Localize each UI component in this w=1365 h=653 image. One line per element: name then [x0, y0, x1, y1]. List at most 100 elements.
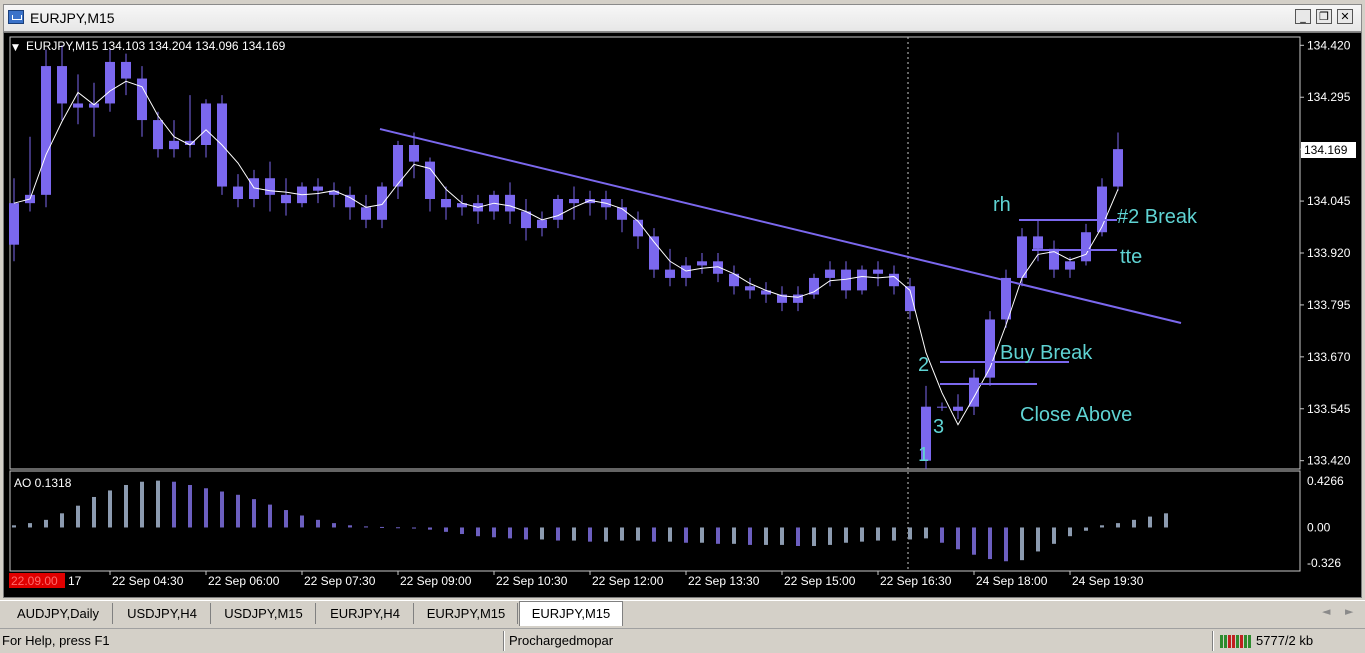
tab-usdjpy-h4[interactable]: USDJPY,H4 [114, 603, 211, 624]
ao-bar [796, 527, 800, 547]
status-profile: Prochargedmopar [509, 633, 614, 648]
price-chart[interactable]: ▼ EURJPY,M15 134.103 134.204 134.096 134… [4, 33, 1363, 599]
tab-usdjpy-m15[interactable]: USDJPY,M15 [212, 603, 316, 624]
price-axis: 134.420134.295134.170134.045133.920133.7… [1300, 38, 1351, 468]
tabs-scroll-left-icon[interactable]: ◄ [1322, 605, 1330, 618]
ao-bar [668, 527, 672, 542]
tab-eurjpy-h4[interactable]: EURJPY,H4 [317, 603, 414, 624]
candle-body [1081, 232, 1091, 262]
candle-body [521, 211, 531, 229]
candle-body [89, 103, 99, 108]
window-titlebar[interactable]: EURJPY,M15 _ ❐ ✕ [0, 0, 1365, 36]
candle-body [153, 120, 163, 150]
ao-bar [620, 527, 624, 541]
annotation-break2[interactable]: #2 Break [1117, 206, 1198, 228]
current-price-label: 134.169 [1304, 143, 1348, 157]
ao-bar [140, 481, 144, 528]
annotation-close-above[interactable]: Close Above [1020, 404, 1132, 426]
time-tick-label: 22 Sep 04:30 [112, 574, 184, 588]
tab-audjpy-daily[interactable]: AUDJPY,Daily [4, 603, 113, 624]
tabs-scroll-right-icon[interactable]: ► [1345, 605, 1353, 618]
candle-body [825, 269, 835, 278]
candle-body [265, 178, 275, 195]
ao-bar [252, 499, 256, 528]
ao-bar [940, 527, 944, 543]
candle-body [761, 290, 771, 295]
candle-body [857, 269, 867, 291]
candle-body [505, 194, 515, 212]
ao-bar [412, 527, 416, 529]
chart-window-icon [8, 10, 24, 24]
annotation-rh[interactable]: rh [993, 194, 1011, 216]
candle-body [377, 186, 387, 220]
ao-bar [828, 527, 832, 545]
annotation-number-2[interactable]: 2 [918, 354, 929, 376]
status-bar: For Help, press F1 Prochargedmopar 5777/… [0, 628, 1365, 653]
minimize-button[interactable]: _ [1295, 9, 1311, 24]
time-tick-label: 22 Sep 06:00 [208, 574, 280, 588]
candle-body [345, 194, 355, 208]
ao-bar [220, 491, 224, 528]
price-tick-label: 133.670 [1307, 350, 1351, 364]
candle-body [569, 199, 579, 204]
candle-body [121, 61, 131, 79]
ao-bar [12, 525, 16, 528]
ao-tick-label: 0.00 [1307, 520, 1331, 534]
time-tick-label: 22 Sep 13:30 [688, 574, 760, 588]
ao-bar [684, 527, 688, 543]
ao-bar [1148, 516, 1152, 528]
annotation-number-3[interactable]: 3 [933, 416, 944, 438]
trend-line[interactable] [379, 128, 1182, 324]
ao-bar [780, 527, 784, 545]
candle-body [409, 145, 419, 162]
header-collapse-arrow[interactable]: ▼ [12, 43, 19, 53]
window-title: EURJPY,M15 [30, 10, 115, 26]
candle-body [441, 199, 451, 208]
status-traffic: 5777/2 kb [1256, 633, 1314, 648]
ao-bar [492, 527, 496, 538]
ao-bar [588, 527, 592, 542]
time-tick-tail: 17 [68, 574, 82, 588]
annotation-tte[interactable]: tte [1120, 246, 1142, 268]
candle-body [1017, 236, 1027, 278]
annotation-buy-break[interactable]: Buy Break [1000, 342, 1093, 364]
price-tick-label: 133.795 [1307, 298, 1351, 312]
ao-bar [524, 527, 528, 540]
ao-bar [428, 527, 432, 530]
candle-body [233, 186, 243, 199]
ao-bar [316, 519, 320, 528]
ao-bar [1116, 523, 1120, 528]
chart-header-text: EURJPY,M15 134.103 134.204 134.096 134.1… [26, 39, 286, 53]
tab-eurjpy-m15[interactable]: EURJPY,M15 [415, 603, 518, 624]
ao-bar [748, 527, 752, 545]
close-button[interactable]: ✕ [1337, 9, 1353, 24]
time-tick-label: 22 Sep 16:30 [880, 574, 952, 588]
chart-area[interactable]: ▼ EURJPY,M15 134.103 134.204 134.096 134… [3, 32, 1362, 598]
annotation-number-1[interactable]: 1 [918, 444, 929, 466]
ao-bar [716, 527, 720, 544]
ao-bar [1004, 527, 1008, 562]
ao-tick-label: -0.326 [1307, 556, 1341, 570]
candle-body [1113, 149, 1123, 187]
ao-bar [380, 526, 384, 528]
ao-bar [1052, 527, 1056, 544]
candle-body [73, 103, 83, 108]
ao-bar [556, 527, 560, 541]
candle-body [9, 203, 19, 245]
restore-button[interactable]: ❐ [1316, 9, 1332, 24]
candles-group [9, 45, 1168, 562]
ao-bar [604, 527, 608, 542]
ao-bar [636, 527, 640, 541]
time-tick-label: 22 Sep 09:00 [400, 574, 472, 588]
ao-bar [1036, 527, 1040, 552]
tab-eurjpy-m15-active[interactable]: EURJPY,M15 [519, 601, 623, 626]
price-tick-label: 133.920 [1307, 246, 1351, 260]
ao-bar [508, 527, 512, 539]
ao-bar [236, 494, 240, 528]
price-tick-label: 134.420 [1307, 38, 1351, 52]
time-crosshair-label: 22.09.00 [11, 574, 58, 588]
ao-bar [956, 527, 960, 550]
candle-body [697, 261, 707, 266]
ao-bar [892, 527, 896, 541]
candle-body [201, 103, 211, 145]
